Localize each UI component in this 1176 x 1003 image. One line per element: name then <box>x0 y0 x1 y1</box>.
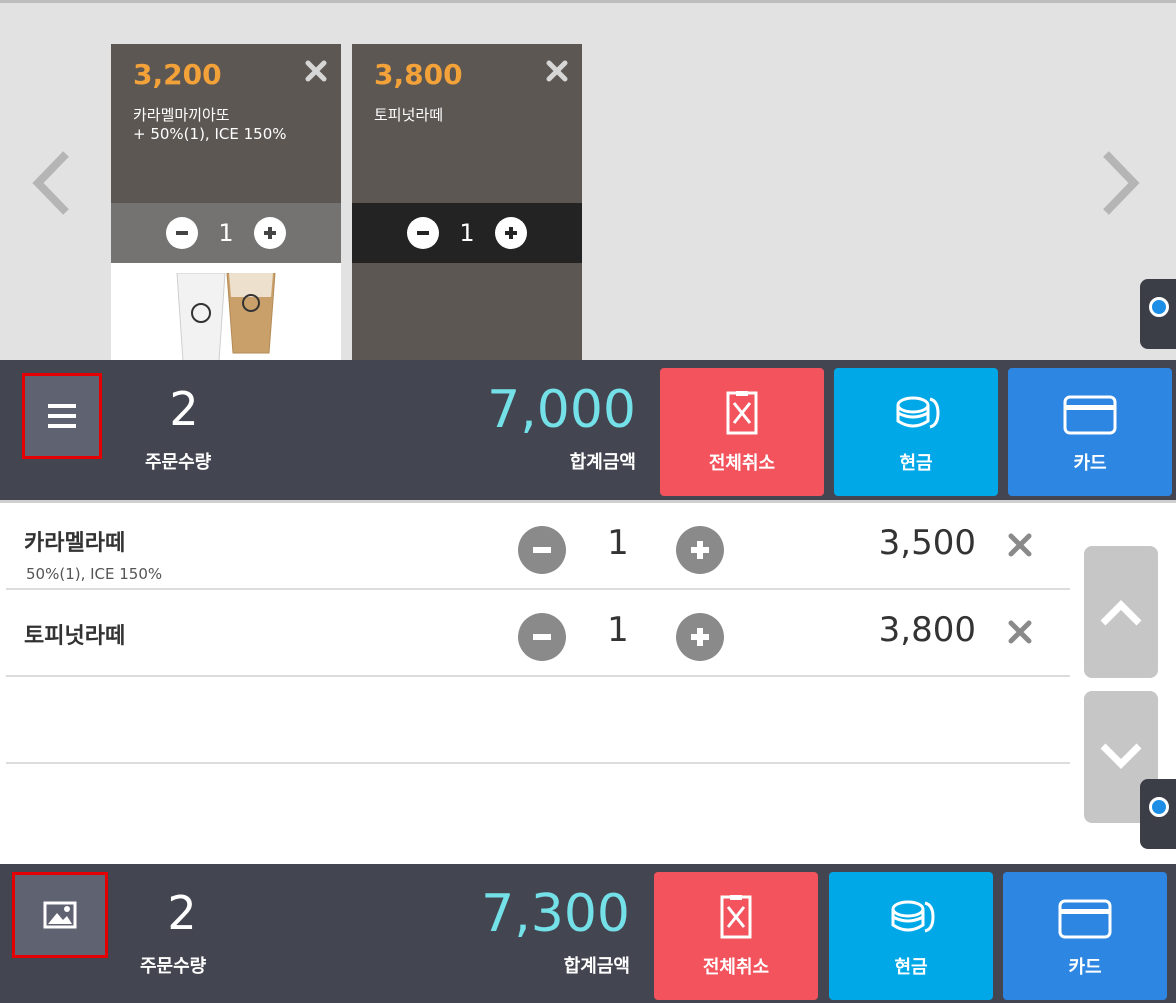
card-minus-button[interactable] <box>166 217 198 249</box>
order-list: 카라멜라떼 50%(1), ICE 150% 1 3,500 토피넛라떼 1 3… <box>0 500 1176 864</box>
order-price: 3,800 <box>878 610 976 650</box>
order-plus-button[interactable] <box>676 526 724 574</box>
scroll-up-button[interactable] <box>1084 546 1158 678</box>
cancel-all-label: 전체취소 <box>708 453 776 474</box>
minus-icon <box>417 231 429 235</box>
minus-icon <box>176 231 188 235</box>
minus-icon <box>533 634 551 640</box>
chevron-down-icon <box>1100 743 1142 769</box>
coins-icon <box>891 900 935 933</box>
plus-icon <box>691 541 709 559</box>
plus-icon <box>505 227 517 239</box>
order-count: 2 <box>169 382 199 436</box>
order-minus-button[interactable] <box>518 613 566 661</box>
cancel-all-label: 전체취소 <box>702 957 770 978</box>
delete-icon[interactable] <box>1006 531 1034 559</box>
card-qty-bar: 1 <box>111 203 341 263</box>
order-qty: 1 <box>607 610 629 650</box>
cash-button[interactable]: 현금 <box>834 368 998 496</box>
card-qty: 1 <box>218 219 234 247</box>
card-plus-button[interactable] <box>495 217 527 249</box>
image-view-toggle-button[interactable] <box>12 872 108 958</box>
teamviewer-tab[interactable] <box>1140 779 1176 849</box>
coins-icon <box>896 396 940 429</box>
plus-icon <box>691 628 709 646</box>
order-qty: 1 <box>607 523 629 563</box>
pos-order-screen: 3,200 카라멜마끼아또 + 50%(1), ICE 150% 1 3,800… <box>0 0 1176 1003</box>
order-price: 3,500 <box>878 523 976 563</box>
close-icon[interactable] <box>546 60 568 82</box>
gallery-card[interactable]: 3,200 카라멜마끼아또 + 50%(1), ICE 150% 1 <box>111 44 341 363</box>
card-price: 3,800 <box>374 58 463 91</box>
order-item-name: 토피넛라떼 <box>24 624 126 649</box>
product-gallery: 3,200 카라멜마끼아또 + 50%(1), ICE 150% 1 3,800… <box>0 0 1176 363</box>
cash-label: 현금 <box>899 453 933 474</box>
card-qty: 1 <box>459 219 475 247</box>
chevron-up-icon <box>1100 600 1142 626</box>
card-minus-button[interactable] <box>407 217 439 249</box>
teamviewer-icon <box>1149 797 1169 817</box>
order-row[interactable]: 카라멜라떼 50%(1), ICE 150% 1 3,500 <box>6 503 1070 590</box>
card-name: 카라멜마끼아또 + 50%(1), ICE 150% <box>133 106 287 143</box>
cash-button[interactable]: 현금 <box>829 872 993 1000</box>
card-plus-button[interactable] <box>254 217 286 249</box>
receipt-x-icon <box>720 895 752 939</box>
cancel-all-button[interactable]: 전체취소 <box>654 872 818 1000</box>
chevron-right-icon <box>1103 151 1140 215</box>
order-item-options: 50%(1), ICE 150% <box>26 565 163 583</box>
teamviewer-icon <box>1149 297 1169 317</box>
hamburger-icon <box>48 404 76 428</box>
order-row-empty <box>6 677 1070 764</box>
cancel-all-button[interactable]: 전체취소 <box>660 368 824 496</box>
order-total: 7,000 <box>487 380 636 440</box>
card-qty-bar: 1 <box>352 203 582 263</box>
order-row[interactable]: 토피넛라떼 1 3,800 <box>6 590 1070 677</box>
order-total-label: 합계금액 <box>569 452 636 473</box>
gallery-card[interactable]: 3,800 토피넛라떼 1 <box>352 44 582 363</box>
card-price: 3,200 <box>133 58 222 91</box>
menu-toggle-button[interactable] <box>22 373 102 459</box>
order-total-label: 합계금액 <box>563 956 630 977</box>
cash-label: 현금 <box>894 957 928 978</box>
order-item-name: 카라멜라떼 <box>24 531 126 556</box>
delete-icon[interactable] <box>1006 618 1034 646</box>
product-photo <box>111 263 341 363</box>
order-count-label: 주문수량 <box>140 956 207 977</box>
card-pay-label: 카드 <box>1068 957 1102 978</box>
card-name: 토피넛라떼 <box>374 106 444 124</box>
credit-card-icon <box>1063 395 1117 435</box>
summary-bar: 2 주문수량 7,000 합계금액 전체취소 현금 카드 <box>0 360 1176 500</box>
card-pay-button[interactable]: 카드 <box>1008 368 1172 496</box>
order-total: 7,300 <box>481 884 630 944</box>
minus-icon <box>533 547 551 553</box>
teamviewer-tab[interactable] <box>1140 279 1176 349</box>
chevron-left-icon <box>32 151 69 215</box>
coffee-cup-image <box>176 273 276 361</box>
summary-bar: 2 주문수량 7,300 합계금액 전체취소 현금 카드 <box>0 864 1176 1003</box>
order-plus-button[interactable] <box>676 613 724 661</box>
close-icon[interactable] <box>305 60 327 82</box>
image-icon <box>43 901 77 929</box>
gallery-prev-button[interactable] <box>22 133 82 233</box>
card-pay-button[interactable]: 카드 <box>1003 872 1167 1000</box>
credit-card-icon <box>1058 899 1112 939</box>
plus-icon <box>264 227 276 239</box>
card-pay-label: 카드 <box>1073 453 1107 474</box>
order-count-label: 주문수량 <box>145 452 212 473</box>
receipt-x-icon <box>726 391 758 435</box>
order-count: 2 <box>167 886 197 940</box>
gallery-next-button[interactable] <box>1090 133 1150 233</box>
order-minus-button[interactable] <box>518 526 566 574</box>
